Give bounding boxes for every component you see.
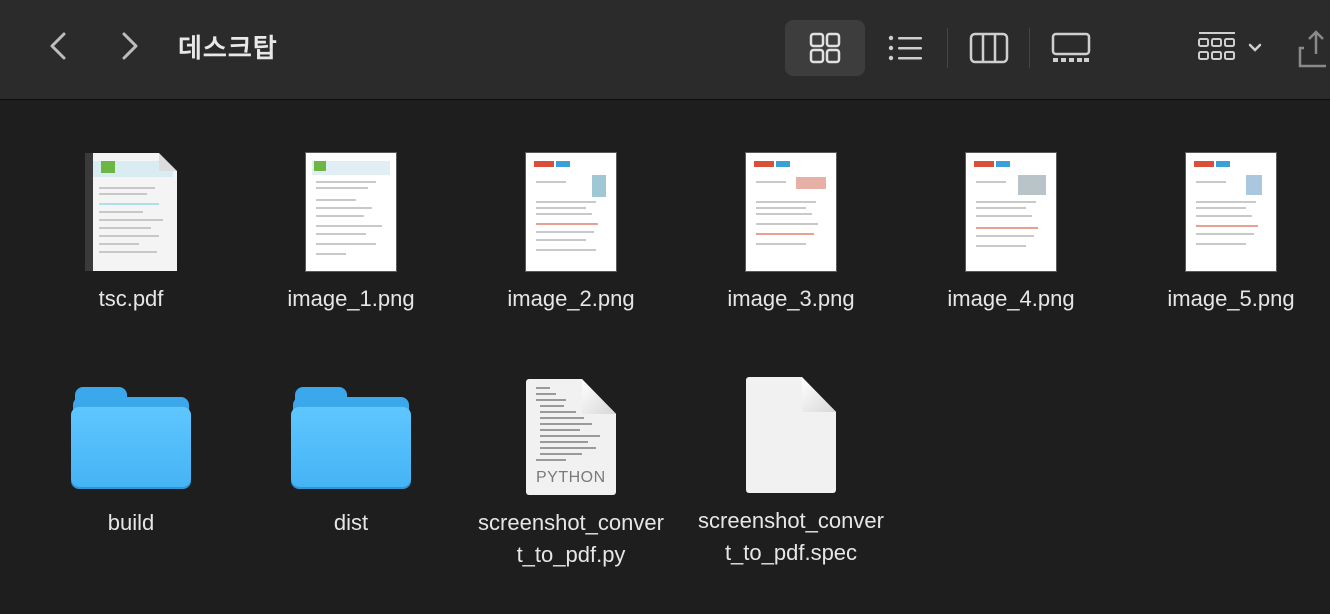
file-item-python[interactable]: PYTHON screenshot_convert_to_pdf.py — [471, 355, 671, 571]
file-name: image_4.png — [947, 286, 1075, 311]
image-thumbnail-icon — [306, 153, 396, 271]
file-type-badge: PYTHON — [536, 469, 606, 486]
image-thumbnail-icon — [1186, 153, 1276, 271]
folder-name: dist — [333, 510, 369, 535]
columns-icon — [969, 32, 1009, 64]
file-name: tsc.pdf — [98, 286, 164, 311]
python-file-icon: PYTHON — [526, 379, 616, 495]
file-item-image-2[interactable]: image_2.png — [471, 131, 671, 315]
window-title: 데스크탑 — [178, 33, 278, 63]
file-name: image_3.png — [727, 286, 855, 311]
gallery-icon — [1051, 32, 1091, 62]
file-item-tsc-pdf[interactable]: tsc.pdf — [31, 131, 231, 315]
file-name: screenshot_convert_to_pdf.py — [478, 510, 664, 567]
column-view-button[interactable] — [949, 20, 1029, 76]
pdf-thumbnail-icon — [85, 153, 177, 271]
file-item-image-1[interactable]: image_1.png — [251, 131, 451, 315]
image-thumbnail-icon — [746, 153, 836, 271]
grid-icon — [809, 32, 841, 64]
group-by-button[interactable] — [1185, 20, 1275, 76]
toolbar-divider — [947, 28, 948, 68]
group-by-icon — [1198, 32, 1235, 60]
document-icon — [746, 377, 836, 493]
file-name: screenshot_convert_to_pdf.spec — [698, 508, 884, 565]
folder-icon — [71, 387, 191, 487]
folder-icon — [291, 387, 411, 487]
file-item-image-5[interactable]: image_5.png — [1131, 131, 1330, 315]
chevron-left-icon — [50, 32, 66, 60]
chevron-right-icon — [122, 32, 138, 60]
folder-item-dist[interactable]: dist — [251, 355, 451, 539]
icon-view-button[interactable] — [785, 20, 865, 76]
forward-button[interactable] — [110, 26, 150, 66]
share-button[interactable] — [1296, 20, 1330, 76]
folder-item-build[interactable]: build — [31, 355, 231, 539]
list-view-button[interactable] — [866, 20, 946, 76]
toolbar-divider — [1029, 28, 1030, 68]
list-icon — [888, 35, 922, 61]
file-grid: tsc.pdf image_1.png image_2.png image_3.… — [0, 101, 1330, 614]
chevron-down-icon — [1248, 43, 1262, 52]
image-thumbnail-icon — [526, 153, 616, 271]
file-name: image_1.png — [287, 286, 415, 311]
share-icon — [1298, 30, 1326, 68]
file-name: image_2.png — [507, 286, 635, 311]
file-item-spec[interactable]: screenshot_convert_to_pdf.spec — [691, 353, 891, 569]
back-button[interactable] — [38, 26, 78, 66]
folder-name: build — [107, 510, 155, 535]
file-item-image-3[interactable]: image_3.png — [691, 131, 891, 315]
image-thumbnail-icon — [966, 153, 1056, 271]
file-item-image-4[interactable]: image_4.png — [911, 131, 1111, 315]
file-name: image_5.png — [1167, 286, 1295, 311]
toolbar: 데스크탑 — [0, 0, 1330, 100]
gallery-view-button[interactable] — [1031, 20, 1111, 76]
